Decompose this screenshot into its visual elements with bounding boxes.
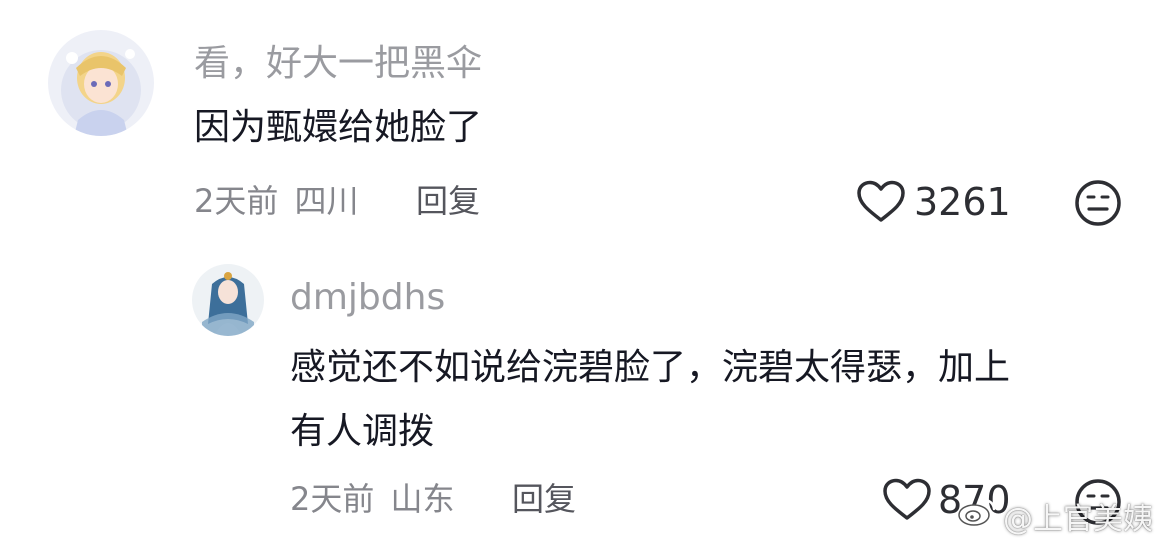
- avatar[interactable]: [192, 264, 264, 336]
- watermark: @上官美姨: [957, 494, 1153, 538]
- weibo-logo-icon: [957, 496, 997, 536]
- like-count: 3261: [914, 180, 1011, 224]
- avatar[interactable]: [48, 30, 154, 136]
- neutral-face-icon[interactable]: [1074, 179, 1122, 227]
- user-avatar-image: [192, 264, 264, 336]
- comment-time: 2天前: [194, 182, 279, 220]
- comment-meta: 2天前 四川: [194, 181, 359, 221]
- heart-outline-icon[interactable]: [856, 180, 906, 224]
- reply-location: 山东: [390, 480, 455, 518]
- watermark-text: @上官美姨: [1003, 502, 1153, 537]
- heart-outline-icon[interactable]: [882, 478, 932, 522]
- reply-time: 2天前: [290, 480, 375, 518]
- reply-button[interactable]: 回复: [512, 479, 576, 519]
- reply-username[interactable]: dmjbdhs: [290, 276, 445, 320]
- comment-location: 四川: [294, 182, 359, 220]
- reply-meta: 2天前 山东: [290, 479, 455, 519]
- user-avatar-image: [48, 30, 154, 136]
- comment-text: 因为甄嬛给她脸了: [194, 107, 483, 148]
- comment-username[interactable]: 看，好大一把黑伞: [194, 42, 482, 86]
- reply-text-line: 感觉还不如说给浣碧脸了，浣碧太得瑟，加上: [290, 347, 1011, 388]
- reply-button[interactable]: 回复: [416, 181, 480, 221]
- reply-text-line: 有人调拨: [290, 411, 435, 452]
